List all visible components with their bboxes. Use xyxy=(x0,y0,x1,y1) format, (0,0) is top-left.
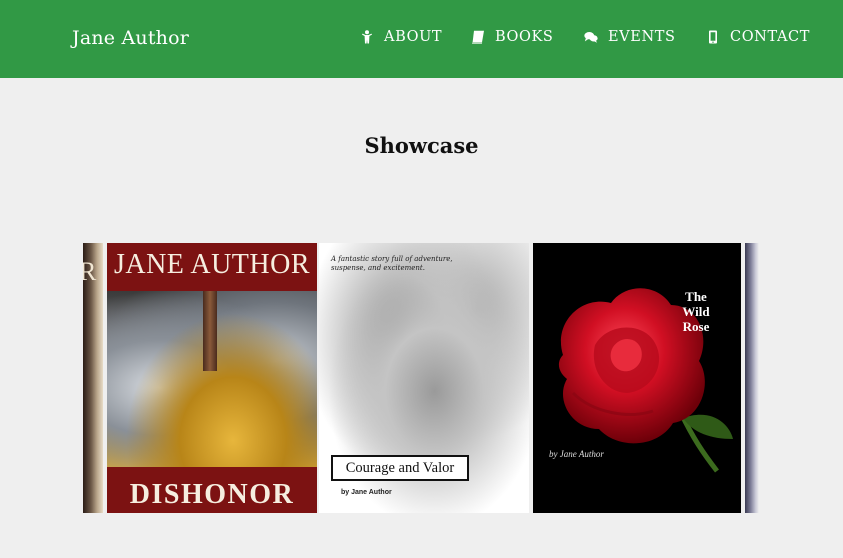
nav-item-events[interactable]: EVENTS xyxy=(584,29,676,45)
sword-hilt-artwork xyxy=(203,291,217,371)
showcase-title: Showcase xyxy=(364,133,479,158)
nav-item-contact-label: CONTACT xyxy=(730,29,810,45)
person-icon xyxy=(362,30,372,44)
book-carousel[interactable]: R JANE AUTHOR DISHONOR A fantastic story… xyxy=(83,243,759,513)
carousel-slide-previous-partial[interactable]: R xyxy=(83,243,103,513)
nav-item-books[interactable]: BOOKS xyxy=(471,29,553,45)
previous-cover-edge-text: R xyxy=(83,257,97,286)
cover-title-text: The Wild Rose xyxy=(651,289,741,334)
cover-byline: by Jane Author xyxy=(341,489,392,496)
nav-item-contact[interactable]: CONTACT xyxy=(706,29,810,45)
brand-logo-link[interactable]: Jane Author xyxy=(72,27,189,49)
book-cover-courage-and-valor[interactable]: A fantastic story full of adventure, sus… xyxy=(319,243,529,513)
cover-title-line: Wild xyxy=(682,304,710,319)
cover-byline: by Jane Author xyxy=(549,449,604,459)
top-navbar: Jane Author ABOUT BOOKS EVENTS CONTACT xyxy=(0,0,843,78)
carousel-slide-next-partial[interactable] xyxy=(745,243,759,513)
nav-item-events-label: EVENTS xyxy=(608,29,676,45)
cover-title-text: DISHONOR xyxy=(129,479,295,510)
book-icon xyxy=(472,30,484,44)
cover-title-line: Rose xyxy=(682,319,710,334)
cover-author-text: JANE AUTHOR xyxy=(113,249,311,280)
book-cover-dishonor[interactable]: JANE AUTHOR DISHONOR xyxy=(107,243,317,513)
nav-item-about[interactable]: ABOUT xyxy=(360,29,442,45)
chat-icon xyxy=(584,32,598,43)
red-rose-artwork xyxy=(558,288,733,473)
book-cover-the-wild-rose[interactable]: The Wild Rose by Jane Author xyxy=(533,243,741,513)
nav-item-books-label: BOOKS xyxy=(495,29,554,45)
cover-tagline: A fantastic story full of adventure, sus… xyxy=(331,255,453,272)
mobile-phone-icon xyxy=(709,30,717,44)
nav-item-about-label: ABOUT xyxy=(384,29,443,45)
cover-title-box: Courage and Valor xyxy=(331,455,469,481)
cover-title-line: The xyxy=(685,289,707,304)
